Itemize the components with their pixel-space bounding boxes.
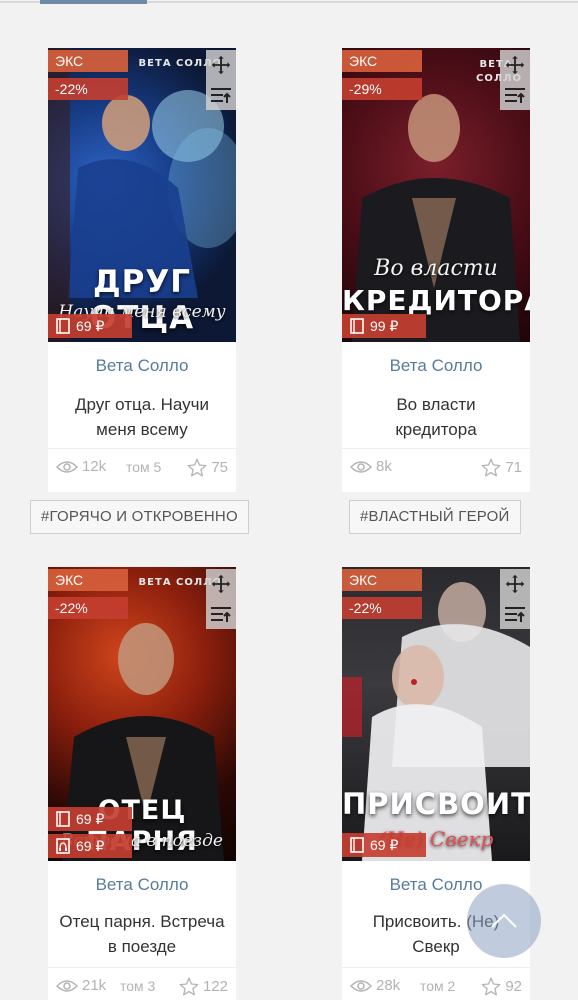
rating[interactable]: 92 — [481, 977, 522, 996]
sort-icon[interactable] — [206, 80, 236, 110]
star-icon — [187, 458, 207, 477]
audio-price-badge[interactable]: 69 ₽ — [48, 834, 132, 858]
tag-chip[interactable]: #ВЛАСТНЫЙ ГЕРОЙ — [349, 500, 521, 534]
divider — [48, 967, 236, 968]
views-count: 28k — [350, 977, 400, 994]
book-icon — [350, 837, 364, 853]
star-icon — [179, 977, 199, 996]
price-badge[interactable]: 99 ₽ — [342, 314, 426, 338]
discount-badge: -22% — [48, 78, 128, 100]
book-stats: 8k 71 — [342, 458, 530, 482]
cover-subtitle-art: Во власти — [374, 256, 498, 281]
eye-icon — [350, 460, 372, 473]
exclusive-badge: ЭКС — [342, 569, 422, 591]
discount-badge: -22% — [342, 597, 422, 619]
rating-value: 75 — [211, 459, 228, 476]
eye-icon — [350, 979, 372, 992]
book-card[interactable]: ВЕТА СОЛЛО ДРУГ ОТЦА Научи меня всему ЭК… — [48, 48, 236, 492]
cover-title-art: КРЕДИТОРА — [342, 284, 530, 317]
book-cover[interactable]: ПРИСВОИТЬ (Не) Свекр ЭКС -22% 69 ₽ — [342, 567, 530, 861]
book-cover[interactable]: ВЕТА СОЛЛО ДРУГ ОТЦА Научи меня всему ЭК… — [48, 48, 236, 342]
tag-chip[interactable]: #ГОРЯЧО И ОТКРОВЕННО — [30, 500, 249, 534]
eye-icon — [56, 460, 78, 473]
rating[interactable]: 71 — [481, 458, 522, 477]
divider — [48, 448, 236, 449]
book-stats: 21k том 3 122 — [48, 977, 236, 1000]
book-stats: 12k том 5 75 — [48, 458, 236, 482]
price-value: 69 ₽ — [76, 811, 105, 827]
views-value: 28k — [376, 977, 401, 994]
book-author[interactable]: Вета Солло — [342, 356, 530, 376]
views-count: 21k — [56, 977, 106, 994]
views-value: 21k — [82, 977, 107, 994]
views-value: 8k — [376, 458, 392, 475]
views-count: 12k — [56, 458, 106, 475]
eye-icon — [56, 979, 78, 992]
price-badge[interactable]: 69 ₽ — [48, 314, 132, 338]
book-icon — [56, 318, 70, 334]
price-value: 99 ₽ — [370, 318, 399, 334]
sort-icon[interactable] — [500, 80, 530, 110]
star-icon — [481, 977, 501, 996]
price-badge[interactable]: 69 ₽ — [48, 807, 132, 831]
divider — [342, 448, 530, 449]
exclusive-badge: ЭКС — [48, 50, 128, 72]
discount-badge: -22% — [48, 597, 128, 619]
rating-value: 122 — [202, 978, 228, 995]
cover-title-art: ПРИСВОИТЬ — [342, 787, 530, 821]
book-title[interactable]: Друг отца. Научи меня всему — [56, 392, 228, 442]
book-cover[interactable]: ВЕТА СОЛЛО Во власти КРЕДИТОРА ЭКС -29% … — [342, 48, 530, 342]
price-value: 69 ₽ — [76, 838, 105, 854]
book-icon — [350, 318, 364, 334]
move-arrows-icon[interactable] — [206, 569, 236, 599]
book-author[interactable]: Вета Солло — [48, 356, 236, 376]
move-arrows-icon[interactable] — [206, 50, 236, 80]
chevron-up-icon — [491, 913, 517, 928]
views-value: 12k — [82, 458, 107, 475]
price-badge[interactable]: 69 ₽ — [342, 833, 426, 857]
sort-icon[interactable] — [500, 599, 530, 629]
exclusive-badge: ЭКС — [48, 569, 128, 591]
move-arrows-icon[interactable] — [500, 569, 530, 599]
star-icon — [481, 458, 501, 477]
price-value: 69 ₽ — [76, 318, 105, 334]
volume-label: том 2 — [420, 978, 456, 994]
scroll-top-button[interactable] — [467, 884, 541, 958]
divider — [342, 967, 530, 968]
volume-label: том 3 — [120, 978, 156, 994]
book-title[interactable]: Отец парня. Встреча в поезде — [56, 909, 228, 959]
audiobook-icon — [56, 838, 70, 854]
tab-bar — [0, 0, 578, 6]
discount-badge: -29% — [342, 78, 422, 100]
rating-value: 92 — [505, 978, 522, 995]
book-card[interactable]: ВЕТА СОЛЛО Во власти КРЕДИТОРА ЭКС -29% … — [342, 48, 530, 492]
exclusive-badge: ЭКС — [342, 50, 422, 72]
sort-icon[interactable] — [206, 599, 236, 629]
book-card[interactable]: ВЕТА СОЛЛО ОТЕЦ ПАРНЯ Встреча в поезде Э… — [48, 567, 236, 1000]
views-count: 8k — [350, 458, 392, 475]
book-icon — [56, 811, 70, 827]
book-cover[interactable]: ВЕТА СОЛЛО ОТЕЦ ПАРНЯ Встреча в поезде Э… — [48, 567, 236, 861]
book-author[interactable]: Вета Солло — [48, 875, 236, 895]
book-title[interactable]: Во власти кредитора — [372, 392, 500, 442]
book-stats: 28k том 2 92 — [342, 977, 530, 1000]
rating[interactable]: 122 — [179, 977, 228, 996]
volume-label: том 5 — [126, 459, 162, 475]
move-arrows-icon[interactable] — [500, 50, 530, 80]
price-value: 69 ₽ — [370, 837, 399, 853]
tab-active-indicator[interactable] — [40, 0, 147, 4]
rating-value: 71 — [505, 459, 522, 476]
rating[interactable]: 75 — [187, 458, 228, 477]
